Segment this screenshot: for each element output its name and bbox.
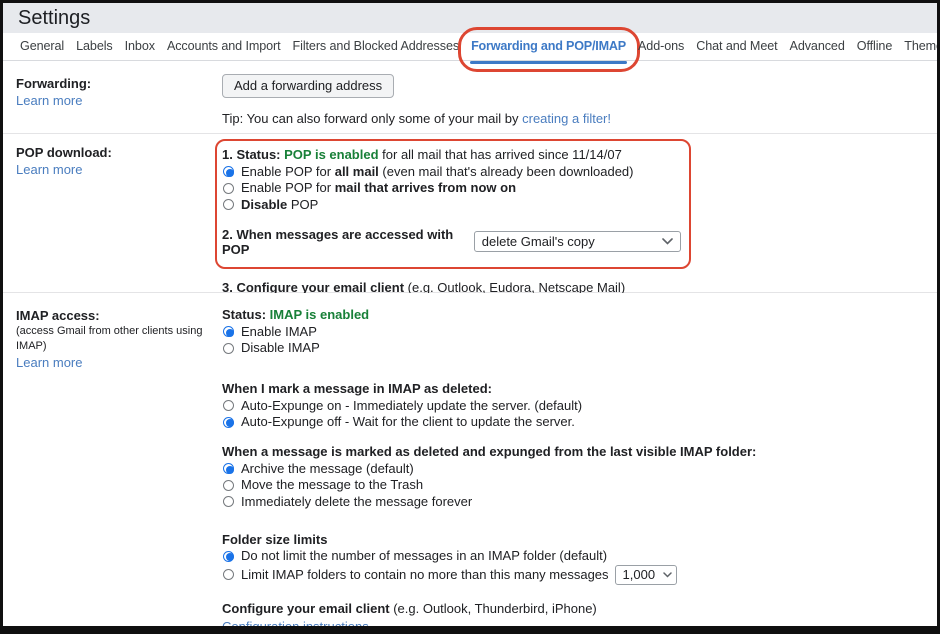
tab-inbox[interactable]: Inbox bbox=[119, 33, 161, 60]
imap-option-enable[interactable]: Enable IMAP bbox=[222, 324, 937, 340]
radio-pop-disable[interactable] bbox=[223, 199, 234, 210]
tab-accounts-and-import[interactable]: Accounts and Import bbox=[161, 33, 287, 60]
imap-option-archive[interactable]: Archive the message (default) bbox=[222, 461, 937, 477]
imap-deleted-heading: When I mark a message in IMAP as deleted… bbox=[222, 381, 937, 397]
folder-size-limits-heading: Folder size limits bbox=[222, 532, 937, 548]
chevron-down-icon bbox=[662, 238, 673, 245]
forwarding-label: Forwarding: bbox=[16, 75, 212, 92]
radio-autoexpunge-on[interactable] bbox=[223, 400, 234, 411]
forwarding-section: Forwarding: Learn more Add a forwarding … bbox=[3, 61, 937, 134]
option-label: Limit IMAP folders to contain no more th… bbox=[241, 567, 609, 583]
pop-status-line: 1. Status: POP is enabled for all mail t… bbox=[222, 147, 681, 163]
option-label: Immediately delete the message forever bbox=[241, 494, 472, 510]
tab-general[interactable]: General bbox=[14, 33, 70, 60]
imap-expunge-heading: When a message is marked as deleted and … bbox=[222, 444, 937, 460]
radio-autoexpunge-off[interactable] bbox=[223, 417, 234, 428]
imap-configure-line: Configure your email client (e.g. Outloo… bbox=[222, 601, 937, 617]
imap-option-move-to-trash[interactable]: Move the message to the Trash bbox=[222, 477, 937, 493]
pop-section-label: POP download: Learn more bbox=[16, 144, 212, 178]
imap-config-instructions: Configuration instructions bbox=[222, 619, 937, 634]
imap-configure-rest: (e.g. Outlook, Thunderbird, iPhone) bbox=[390, 601, 597, 616]
imap-access-sublabel: (access Gmail from other clients using I… bbox=[16, 324, 212, 354]
pop-status-rest: for all mail that has arrived since 11/1… bbox=[379, 147, 622, 162]
tab-label: Forwarding and POP/IMAP bbox=[471, 39, 626, 53]
option-label: Enable POP for all mail (even mail that'… bbox=[241, 164, 634, 180]
imap-access-label: IMAP access: bbox=[16, 307, 212, 324]
radio-pop-all-mail[interactable] bbox=[223, 166, 234, 177]
pop-action-select[interactable]: delete Gmail's copy bbox=[474, 231, 681, 252]
selected-value: delete Gmail's copy bbox=[482, 234, 595, 249]
radio-disable-imap[interactable] bbox=[223, 343, 234, 354]
imap-folder-limit-select[interactable]: 1,000 bbox=[615, 565, 677, 585]
radio-delete-forever[interactable] bbox=[223, 496, 234, 507]
option-label: Enable IMAP bbox=[241, 324, 317, 340]
imap-configuration-instructions-link[interactable]: Configuration instructions bbox=[222, 619, 369, 634]
chevron-down-icon bbox=[663, 572, 672, 578]
imap-learn-more-link[interactable]: Learn more bbox=[16, 355, 82, 370]
imap-status-label: Status: bbox=[222, 307, 270, 322]
option-label: Disable IMAP bbox=[241, 340, 320, 356]
option-label: Disable POP bbox=[241, 197, 318, 213]
tab-advanced[interactable]: Advanced bbox=[784, 33, 851, 60]
settings-header: Settings bbox=[3, 3, 937, 33]
pop-option-mail-from-now-on[interactable]: Enable POP for mail that arrives from no… bbox=[222, 180, 681, 196]
tab-add-ons[interactable]: Add-ons bbox=[632, 33, 690, 60]
imap-status-line: Status: IMAP is enabled bbox=[222, 307, 937, 323]
radio-no-limit[interactable] bbox=[223, 551, 234, 562]
pop-when-row: 2. When messages are accessed with POP d… bbox=[222, 227, 681, 257]
option-label: Auto-Expunge off - Wait for the client t… bbox=[241, 414, 575, 430]
imap-option-disable[interactable]: Disable IMAP bbox=[222, 340, 937, 356]
tab-chat-and-meet[interactable]: Chat and Meet bbox=[690, 33, 783, 60]
option-label: Move the message to the Trash bbox=[241, 477, 423, 493]
option-label: Do not limit the number of messages in a… bbox=[241, 548, 607, 564]
tip-text: Tip: You can also forward only some of y… bbox=[222, 111, 522, 126]
tab-offline[interactable]: Offline bbox=[851, 33, 898, 60]
tab-filters-and-blocked-addresses[interactable]: Filters and Blocked Addresses bbox=[287, 33, 466, 60]
selected-value: 1,000 bbox=[623, 567, 656, 583]
page-title: Settings bbox=[18, 7, 90, 30]
imap-access-section: IMAP access: (access Gmail from other cl… bbox=[3, 293, 937, 626]
radio-enable-imap[interactable] bbox=[223, 326, 234, 337]
folder-option-limit[interactable]: Limit IMAP folders to contain no more th… bbox=[222, 565, 937, 585]
pop-learn-more-link[interactable]: Learn more bbox=[16, 162, 82, 177]
tab-themes[interactable]: Themes bbox=[898, 33, 940, 60]
imap-section-label: IMAP access: (access Gmail from other cl… bbox=[16, 307, 212, 371]
pop-option-disable[interactable]: Disable POP bbox=[222, 197, 681, 213]
settings-tab-bar: General Labels Inbox Accounts and Import… bbox=[3, 33, 937, 61]
pop-status-value: POP is enabled bbox=[284, 147, 378, 162]
pop-download-section: POP download: Learn more 1. Status: POP … bbox=[3, 134, 937, 293]
radio-limit-folders[interactable] bbox=[223, 569, 234, 580]
pop-download-label: POP download: bbox=[16, 144, 212, 161]
imap-option-autoexpunge-on[interactable]: Auto-Expunge on - Immediately update the… bbox=[222, 398, 937, 414]
pop-status-number: 1. Status: bbox=[222, 147, 284, 162]
annotation-box-icon: 1. Status: POP is enabled for all mail t… bbox=[215, 139, 691, 269]
tab-labels[interactable]: Labels bbox=[70, 33, 119, 60]
radio-move-to-trash[interactable] bbox=[223, 480, 234, 491]
option-label: Auto-Expunge on - Immediately update the… bbox=[241, 398, 582, 414]
pop-option-all-mail[interactable]: Enable POP for all mail (even mail that'… bbox=[222, 164, 681, 180]
imap-option-autoexpunge-off[interactable]: Auto-Expunge off - Wait for the client t… bbox=[222, 414, 937, 430]
active-tab-underline bbox=[470, 61, 627, 64]
imap-status-value: IMAP is enabled bbox=[270, 307, 369, 322]
pop-when-label: 2. When messages are accessed with POP bbox=[222, 227, 467, 257]
add-forwarding-address-button[interactable]: Add a forwarding address bbox=[222, 74, 394, 98]
option-label: Enable POP for mail that arrives from no… bbox=[241, 180, 516, 196]
imap-configure-bold: Configure your email client bbox=[222, 601, 390, 616]
forwarding-section-label: Forwarding: Learn more bbox=[16, 75, 212, 109]
tab-forwarding-and-pop-imap[interactable]: Forwarding and POP/IMAP bbox=[465, 33, 632, 60]
settings-window: Settings General Labels Inbox Accounts a… bbox=[0, 0, 940, 634]
option-label: Archive the message (default) bbox=[241, 461, 414, 477]
radio-pop-from-now-on[interactable] bbox=[223, 183, 234, 194]
radio-archive-message[interactable] bbox=[223, 463, 234, 474]
forwarding-tip: Tip: You can also forward only some of y… bbox=[222, 111, 937, 127]
creating-a-filter-link[interactable]: creating a filter! bbox=[522, 111, 611, 126]
forwarding-learn-more-link[interactable]: Learn more bbox=[16, 93, 82, 108]
imap-option-delete-forever[interactable]: Immediately delete the message forever bbox=[222, 494, 937, 510]
folder-option-no-limit[interactable]: Do not limit the number of messages in a… bbox=[222, 548, 937, 564]
